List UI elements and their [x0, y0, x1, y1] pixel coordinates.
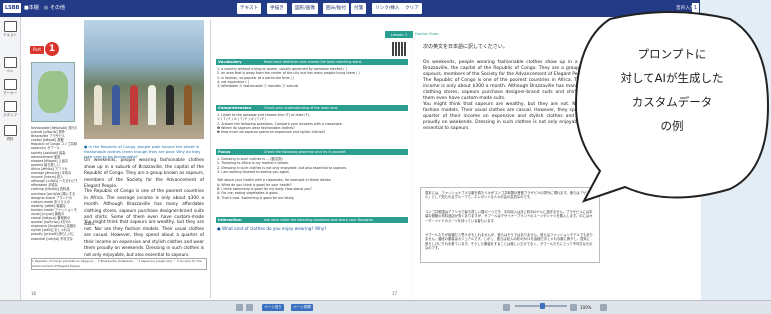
shape-tool-button[interactable]: 図形/画像 [292, 3, 318, 14]
footnote-box: 1 Republic of Congo [ripʌ́blik əv káŋgou… [31, 258, 207, 270]
section-desc: Check your understanding of the main tex… [264, 106, 339, 110]
bubble-caption: プロンプトに 対してAIが生成した カスタムデータ の例 [608, 42, 736, 138]
paragraph-3: You might think that sapeurs are wealthy… [84, 220, 204, 258]
lesson-tag: Part [30, 46, 44, 54]
translation-paragraph-2: コンゴ共和国はアフリカで最も貧しい国の一つです。平均収入は月に約300ドルに過ぎ… [425, 210, 593, 223]
link-tool-button[interactable]: リンク/挿入 [372, 3, 403, 14]
focus-lines: 1. Dressing in such clothes is ... (動名詞)… [217, 157, 407, 200]
africa-map [31, 62, 75, 122]
section-comprehension: Comprehension Check your understanding o… [216, 105, 408, 111]
sidebar-item-pen[interactable]: ペン [2, 57, 18, 74]
lesson-subtitle: Fashion Rules [415, 32, 439, 36]
fit-page-icon[interactable] [600, 304, 607, 311]
section-interaction: Interaction Ask each other the following… [216, 217, 408, 223]
enclose-tool-button[interactable]: 囲み/貼付 [323, 3, 349, 14]
glossary-item: proudly [práudli] 誇らしげに [31, 232, 75, 237]
interaction-question: ● What kind of clothes do you enjoy wear… [217, 226, 327, 231]
lesson-number: 1 [45, 42, 59, 56]
vocabulary-lines: 1. a country without a king or queen, us… [217, 67, 407, 88]
marker-icon [3, 79, 17, 90]
page-number-right: 17 [392, 291, 398, 296]
section-line: ❷ How much do sapeurs spend on expensive… [217, 130, 326, 135]
sidebar-item-document[interactable]: 資料 [2, 125, 18, 142]
lesson-header: Lesson 1 [385, 31, 413, 38]
sidebar-item-text[interactable]: テキスト [2, 21, 18, 38]
section-vocabulary: Vocabulary Read each definition and choo… [216, 59, 408, 65]
sticky-tool-button[interactable]: 付箋 [351, 3, 367, 14]
comprehension-lines: 1. Listen to the passage and choose true… [217, 113, 407, 134]
bubble-line: の例 [660, 119, 684, 133]
prev-page-icon[interactable] [236, 304, 243, 311]
glossary-item: essential [isénʃəl] 不可欠な [31, 236, 73, 241]
section-desc: Ask each other the following questions a… [264, 218, 374, 222]
bubble-line: 対してAIが生成した [620, 71, 724, 85]
sidebar-item-marker[interactable]: マーカー [2, 79, 18, 96]
sidebar-item-label: テキスト [3, 33, 17, 37]
section-title: Interaction [218, 217, 242, 222]
section-desc: Check the following grammar and try it y… [264, 150, 347, 154]
document-icon [3, 125, 17, 136]
paragraph-1: On weekends, people wearing fashionable … [84, 158, 204, 189]
section-focus: Focus Check the following grammar and tr… [216, 149, 408, 155]
sidebar-item-label: 資料 [6, 137, 14, 141]
draw-tool-button[interactable]: 手描き [267, 3, 287, 14]
text-icon [3, 21, 17, 32]
sidebar-item-label: ペン [6, 69, 14, 73]
sidebar-item-stamp[interactable]: スタンプ [2, 101, 18, 118]
page-number-left: 16 [31, 291, 37, 296]
section-desc: Read each definition and choose the best… [264, 60, 362, 64]
left-sidebar: テキスト ペン マーカー スタンプ 資料 [0, 17, 21, 300]
qr-code[interactable] [392, 42, 406, 56]
zoom-out-icon[interactable] [503, 304, 510, 311]
translation-paragraph-3: サプールたちが裕福だと思うかもしれませんが、彼らはそうではありません。彼らはファ… [425, 233, 593, 251]
bookshelf-menu[interactable]: ■本棚 [24, 4, 39, 13]
glossary-list: fashionable [fǽʃənəbl] 流行の suburb [sʌ́bəː… [31, 126, 77, 241]
sapeurs-photo [84, 20, 204, 139]
translation-prompt-title: 次の英文を日本語に訳してください。 [423, 44, 508, 50]
next-page-icon[interactable] [246, 304, 253, 311]
page-spine [210, 20, 211, 298]
app-logo: LSBB [3, 3, 22, 13]
zoom-in-icon[interactable] [570, 304, 577, 311]
glossary-item: purchase [pə́ːrtʃəs] 購入する [31, 191, 76, 196]
stamp-icon [3, 101, 17, 112]
section-line: B: That's cool. Swimming is good for me … [217, 195, 295, 200]
section-title: Vocabulary [218, 59, 242, 64]
bottom-toolbar: ページ送り ページ見開 100% [0, 300, 771, 314]
pen-icon [3, 57, 17, 68]
sidebar-item-label: マーカー [3, 91, 17, 95]
section-title: Comprehension [218, 105, 252, 110]
section-title: Focus [218, 149, 231, 154]
other-menu[interactable]: ◎ その他 [44, 4, 65, 13]
bubble-line: カスタムデータ [631, 95, 713, 109]
bubble-line: プロンプトに [637, 47, 707, 61]
zoom-slider-handle[interactable] [540, 303, 545, 309]
translation-paragraph-1: 週末には、ファッショナブルな服を着た人々がコンゴ共和国の首都ブラザビルの郊外に現… [425, 191, 593, 200]
section-line: ⓐ affordable ⓑ fashionable ⓒ republic ⓓ … [217, 84, 299, 89]
spread-page-button[interactable]: ページ見開 [291, 304, 313, 311]
zoom-level: 100% [580, 305, 592, 310]
single-page-button[interactable]: ページ送り [262, 304, 284, 311]
clear-button[interactable]: クリア [402, 3, 422, 14]
text-tool-button[interactable]: テキスト [237, 3, 262, 14]
sidebar-item-label: スタンプ [3, 113, 17, 117]
